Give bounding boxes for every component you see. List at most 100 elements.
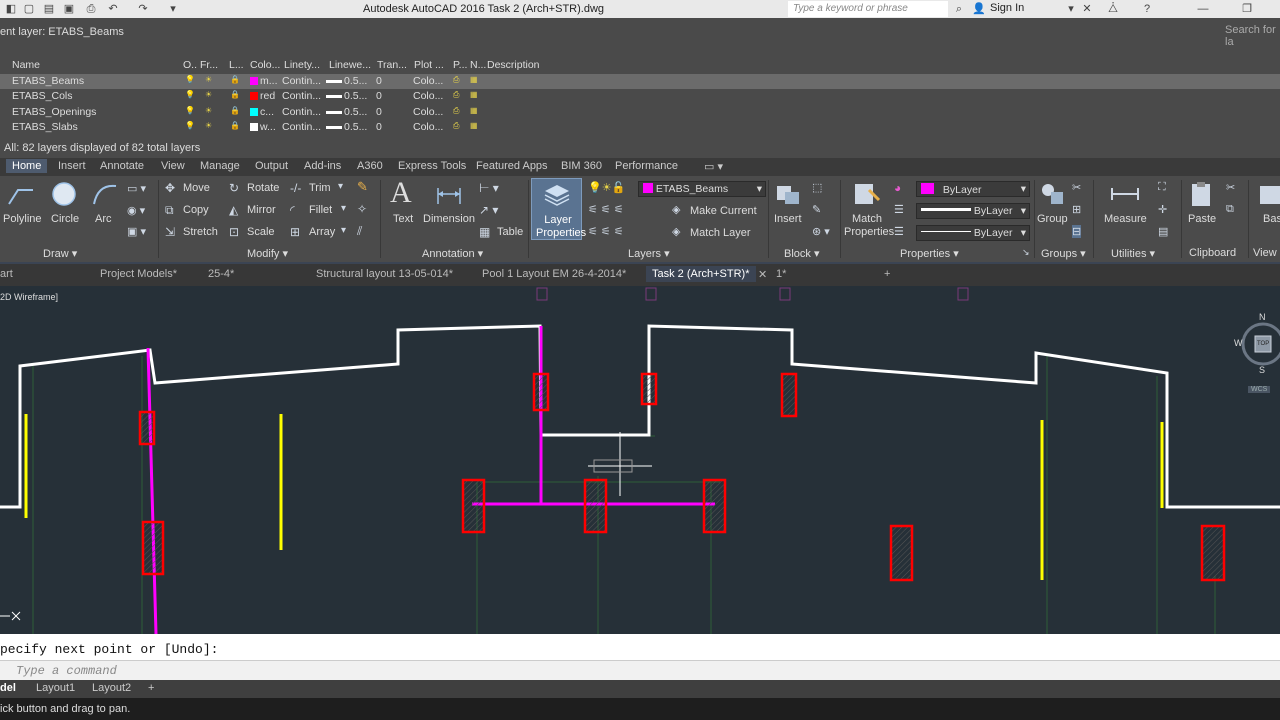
- layer-transparency[interactable]: 0: [376, 106, 382, 118]
- ribbon-tab-home[interactable]: Home: [6, 159, 48, 173]
- layer-name[interactable]: ETABS_Cols: [12, 90, 73, 102]
- app-menu-icon[interactable]: ◧: [4, 2, 18, 16]
- offset-icon[interactable]: ⫽: [357, 224, 362, 239]
- ribbon-tab-view[interactable]: View: [161, 160, 185, 172]
- utilities-panel-label[interactable]: Utilities ▾: [1111, 247, 1155, 260]
- vp-freeze-icon[interactable]: ▦: [470, 75, 478, 84]
- copy-button[interactable]: Copy: [183, 204, 209, 216]
- edit-block-icon[interactable]: ✎: [812, 203, 821, 216]
- layout-tab[interactable]: del: [0, 682, 16, 694]
- clipboard-panel-label[interactable]: Clipboard: [1189, 247, 1236, 259]
- column[interactable]: [1200, 524, 1226, 582]
- column[interactable]: [461, 478, 486, 534]
- draw-panel-label[interactable]: Draw ▾: [43, 247, 77, 260]
- rotate-button[interactable]: Rotate: [247, 182, 279, 194]
- ribbon-tab-a360[interactable]: A360: [357, 160, 383, 172]
- layer-linetype[interactable]: Contin...: [282, 90, 321, 102]
- paste-button[interactable]: Paste: [1188, 213, 1216, 225]
- command-line-input[interactable]: Type a command: [0, 660, 1280, 680]
- scale-button[interactable]: Scale: [247, 226, 275, 238]
- col-plot[interactable]: P...: [453, 59, 467, 73]
- rectangle-icon[interactable]: ▭ ▾: [127, 182, 146, 195]
- col-plot-style[interactable]: Plot ...: [414, 59, 444, 73]
- make-current-button[interactable]: Make Current: [690, 205, 757, 217]
- ribbon-tab-insert[interactable]: Insert: [58, 160, 86, 172]
- help-icon[interactable]: ?: [1140, 2, 1154, 16]
- layer-color-name[interactable]: c...: [260, 106, 274, 118]
- layer-plot-style[interactable]: Colo...: [413, 75, 443, 87]
- match-properties-button[interactable]: Match Properties: [844, 213, 894, 239]
- doc-tab[interactable]: 1*: [776, 268, 786, 280]
- col-new-vp-freeze[interactable]: N...: [470, 59, 486, 73]
- copy-clip-icon[interactable]: ⧉: [1226, 203, 1234, 216]
- col-name[interactable]: Name: [12, 59, 40, 73]
- col-color[interactable]: Colo...: [250, 59, 280, 73]
- sun-icon[interactable]: ☀: [205, 90, 212, 99]
- column[interactable]: [780, 372, 798, 418]
- plot-icon[interactable]: ⎙: [84, 2, 98, 16]
- lightbulb-icon[interactable]: 💡: [185, 90, 195, 99]
- ribbon-tab-manage[interactable]: Manage: [200, 160, 240, 172]
- base-button[interactable]: Bas: [1263, 213, 1280, 225]
- layer-tools-icon[interactable]: ⚟ ⚟ ⚟: [588, 203, 624, 216]
- layer-color-swatch[interactable]: [250, 107, 258, 116]
- layout-tab[interactable]: Layout1: [36, 682, 75, 694]
- properties-panel-label[interactable]: Properties ▾: [900, 247, 959, 260]
- search-input[interactable]: Type a keyword or phrase: [788, 1, 948, 17]
- vp-freeze-icon[interactable]: ▦: [470, 121, 478, 130]
- group-edit-icon[interactable]: ⊞: [1072, 203, 1081, 216]
- modify-panel-label[interactable]: Modify ▾: [247, 247, 288, 260]
- layer-transparency[interactable]: 0: [376, 75, 382, 87]
- lightbulb-icon[interactable]: 💡: [185, 121, 195, 130]
- group-select-icon[interactable]: ⊟: [1072, 225, 1082, 238]
- col-transparency[interactable]: Tran...: [377, 59, 407, 73]
- mirror-button[interactable]: Mirror: [247, 204, 276, 216]
- drawing-viewport[interactable]: 2D Wireframe] N W S TOP WCS: [0, 286, 1280, 634]
- layer-color-swatch[interactable]: [250, 77, 258, 85]
- array-dropdown-icon[interactable]: ▾: [341, 225, 346, 236]
- drawing-canvas[interactable]: [0, 286, 1280, 634]
- printer-icon[interactable]: ⎙: [453, 75, 459, 85]
- layer-properties-button[interactable]: Layer Properties: [531, 178, 586, 240]
- fillet-button[interactable]: Fillet: [309, 204, 332, 216]
- color-dropdown[interactable]: ByLayer ▾: [916, 181, 1030, 197]
- column[interactable]: [138, 410, 156, 446]
- create-block-icon[interactable]: ⬚: [812, 181, 822, 194]
- column[interactable]: [702, 478, 727, 534]
- table-button[interactable]: Table: [497, 226, 523, 238]
- groups-panel-label[interactable]: Groups ▾: [1041, 247, 1086, 260]
- ribbon-tab-performance[interactable]: Performance: [615, 160, 678, 172]
- ribbon-options-icon[interactable]: ▭ ▾: [704, 160, 723, 173]
- col-freeze[interactable]: Fr...: [200, 59, 218, 73]
- layer-row[interactable]: 💡 ☀ 🔒 ⎙ ▦ ETABS_Beams m... Contin... 0.5... 0 Colo…: [0, 74, 1280, 89]
- viewcube[interactable]: N W S TOP: [1232, 312, 1280, 378]
- fillet-dropdown-icon[interactable]: ▾: [341, 203, 346, 214]
- a360-icon[interactable]: ⧊: [1106, 2, 1120, 16]
- dimension-button[interactable]: Dimension: [423, 213, 475, 225]
- beam-vertical-left[interactable]: [146, 347, 158, 634]
- layer-dropdown[interactable]: ETABS_Beams ▾: [638, 181, 766, 197]
- ribbon-tab-add-ins[interactable]: Add-ins: [304, 160, 341, 172]
- block-panel-label[interactable]: Block ▾: [784, 247, 819, 260]
- viewcube-top[interactable]: TOP: [1257, 341, 1269, 347]
- doc-tab[interactable]: art: [0, 268, 13, 280]
- printer-icon[interactable]: ⎙: [453, 106, 459, 116]
- layer-row[interactable]: 💡 ☀ 🔒 ⎙ ▦ ETABS_Openings c... Contin... 0.5... 0 C…: [0, 105, 1280, 120]
- layers-panel-label[interactable]: Layers ▾: [628, 247, 670, 260]
- move-button[interactable]: Move: [183, 182, 210, 194]
- col-on[interactable]: O..: [183, 59, 197, 73]
- explode-icon[interactable]: ✧: [357, 202, 367, 216]
- circle-button[interactable]: Circle: [51, 213, 79, 225]
- printer-icon[interactable]: ⎙: [453, 121, 459, 131]
- layer-tools-icon-2[interactable]: ⚟ ⚟ ⚟: [588, 225, 624, 238]
- compass-west[interactable]: W: [1234, 338, 1243, 348]
- save-icon[interactable]: ▣: [62, 2, 76, 16]
- layer-lineweight[interactable]: 0.5...: [344, 106, 367, 118]
- doc-tab[interactable]: Structural layout 13-05-014*: [316, 268, 453, 280]
- trim-button[interactable]: Trim: [309, 182, 331, 194]
- layer-transparency[interactable]: 0: [376, 90, 382, 102]
- sun-icon[interactable]: ☀: [205, 106, 212, 115]
- new-icon[interactable]: ▢: [22, 2, 36, 16]
- sign-in-button[interactable]: Sign In: [990, 2, 1024, 14]
- ribbon-tab-express-tools[interactable]: Express Tools: [398, 160, 466, 172]
